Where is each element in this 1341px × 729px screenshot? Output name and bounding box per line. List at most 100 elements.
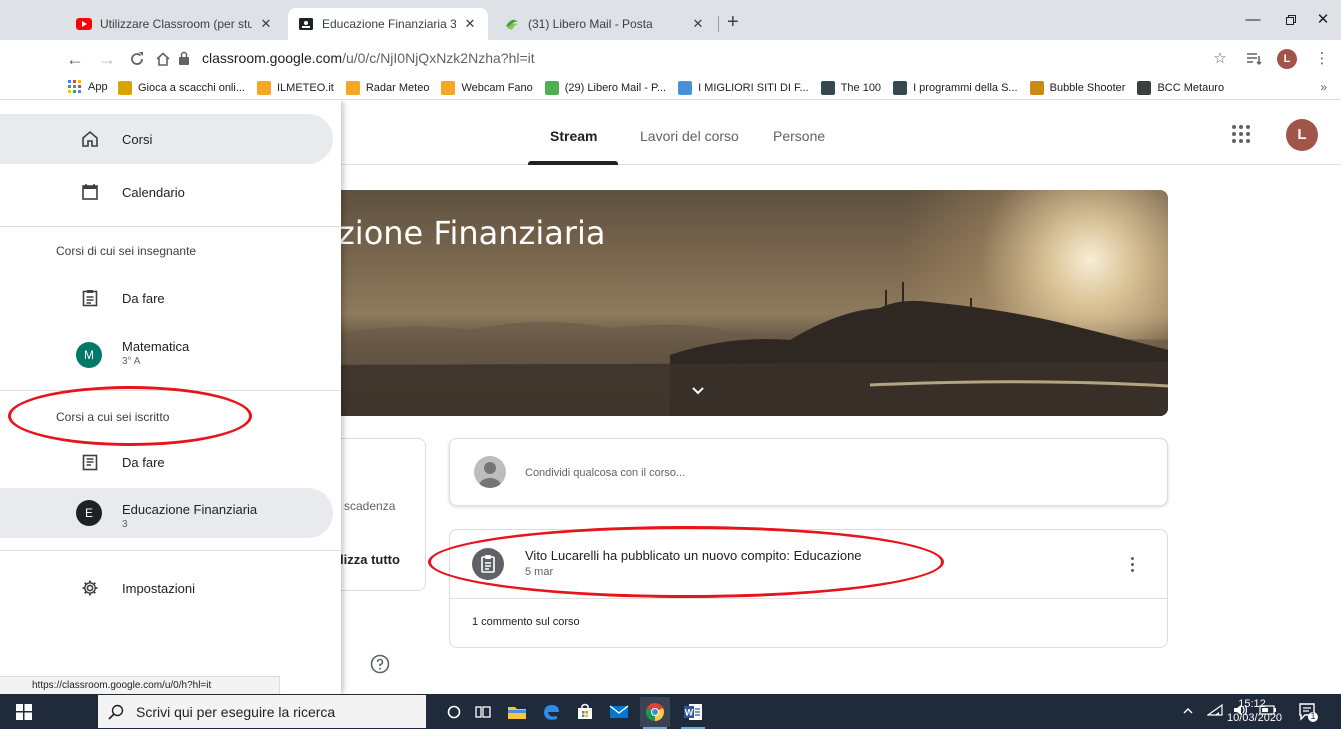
bookmark-item[interactable]: (29) Libero Mail - P... [544,81,666,95]
home-icon [80,129,100,149]
windows-taskbar: Scrivi qui per eseguire la ricerca W 15:… [0,694,1341,729]
notification-count: 1 [1310,711,1316,721]
taskbar-clock[interactable]: 15:12 10/03/2020 [1227,697,1283,725]
assignment-list-icon [80,288,100,308]
post-divider [450,598,1167,599]
account-avatar[interactable]: L [1286,119,1318,151]
drawer-item-course-matematica[interactable]: M Matematica 3° A [0,330,333,380]
svg-text:W: W [685,708,694,718]
drawer-item-settings[interactable]: Impostazioni [0,563,333,613]
close-tab-icon[interactable]: ✕ [462,16,478,32]
clock-date: 10/03/2020 [1227,712,1283,724]
drawer-label: Da fare [122,454,165,470]
windows-start-icon[interactable] [0,694,48,729]
drawer-divider [0,550,341,551]
view-all-link[interactable]: lizza tutto [340,552,400,567]
drawer-label: Corsi [122,131,153,147]
tab-libero-mail[interactable]: (31) Libero Mail - Posta ✕ [494,8,716,40]
edge-icon[interactable] [536,697,566,727]
reload-icon[interactable] [126,48,148,70]
course-initial: E [84,506,93,520]
cortana-icon[interactable] [439,697,469,727]
youtube-icon [76,16,92,32]
bookmark-label: Webcam Fano [461,82,533,94]
course-section: 3 [122,519,128,530]
address-toolbar: ← → classroom.google.com/u/0/c/NjI0NjQxN… [0,40,1341,76]
course-avatar: E [76,500,102,526]
drawer-item-course-educazione[interactable]: E Educazione Finanziaria 3 [0,488,333,538]
drawer-item-calendar[interactable]: Calendario [0,167,333,217]
annotation-ellipse-post [428,526,944,598]
bookmark-favicon-icon [893,81,908,95]
task-view-icon[interactable] [468,697,498,727]
bookmark-item[interactable]: Bubble Shooter [1029,81,1125,95]
apps-label: App [88,81,108,93]
back-arrow-icon[interactable]: ← [64,48,86,70]
url-bar[interactable]: classroom.google.com/u/0/c/NjI0NjQxNzk2N… [178,46,1178,70]
bookmark-item[interactable]: I MIGLIORI SITI DI F... [678,81,809,95]
word-icon[interactable]: W [678,697,708,729]
bookmark-favicon-icon [257,81,271,95]
tab-utilizzare-classroom[interactable]: Utilizzare Classroom (per studenti ✕ [66,8,284,40]
bookmark-item[interactable]: BCC Metauro [1137,81,1224,95]
close-window-button[interactable]: ✕ [1300,8,1341,32]
bookmark-favicon-icon [441,81,456,95]
tab-classwork[interactable]: Lavori del corso [640,101,739,165]
home-icon[interactable] [152,48,174,70]
chrome-icon[interactable] [640,697,670,729]
class-comments-link[interactable]: 1 commento sul corso [472,616,580,628]
file-explorer-icon[interactable] [502,697,532,727]
bookmark-item[interactable]: The 100 [820,81,881,95]
network-icon[interactable] [1206,703,1223,719]
tab-title: Educazione Finanziaria 3 [322,17,456,31]
search-icon [108,704,124,720]
calendar-icon [80,182,100,202]
chevron-up-icon[interactable] [1183,706,1193,718]
drawer-item-teaching-todo[interactable]: Da fare [0,273,333,323]
store-icon[interactable] [570,697,600,727]
tab-people[interactable]: Persone [773,101,825,165]
bookmark-favicon-icon [1029,81,1044,95]
close-tab-icon[interactable]: ✕ [690,16,706,32]
drawer-item-classes[interactable]: Corsi [0,114,333,164]
mail-icon[interactable] [604,697,634,727]
tab-separator [718,16,719,32]
forward-arrow-icon[interactable]: → [96,48,118,70]
bookmark-label: I programmi della S... [913,82,1018,94]
bookmark-item[interactable]: Webcam Fano [441,81,533,95]
tab-educazione-finanziaria[interactable]: Educazione Finanziaria 3 ✕ [288,8,488,40]
taskbar-search-box[interactable]: Scrivi qui per eseguire la ricerca [98,695,426,728]
chevron-down-icon[interactable] [690,383,706,399]
clock-time: 15:12 [1238,698,1266,710]
notification-center-icon[interactable]: 1 [1297,701,1319,723]
new-tab-button[interactable]: + [727,12,739,32]
bookmark-item[interactable]: Gioca a scacchi onli... [118,81,245,95]
tab-stream[interactable]: Stream [550,101,597,165]
close-tab-icon[interactable]: ✕ [258,16,274,32]
course-section: 3° A [122,356,141,367]
bookmark-favicon-icon [118,81,132,95]
search-placeholder: Scrivi qui per eseguire la ricerca [136,703,336,720]
apps-bookmark[interactable]: App [68,80,108,94]
bookmark-item[interactable]: ILMETEO.it [257,81,334,95]
course-name: Matematica [122,339,190,354]
bookmark-star-icon[interactable]: ☆ [1210,49,1230,69]
reading-list-icon[interactable] [1244,49,1264,69]
profile-avatar[interactable]: L [1277,49,1297,69]
active-tab-indicator [528,161,618,165]
more-bookmarks-button[interactable]: » [1320,80,1327,94]
bookmark-item[interactable]: Radar Meteo [345,81,429,95]
help-icon[interactable] [370,654,390,674]
upcoming-due-text: scadenza [344,499,396,513]
menu-kebab-icon[interactable]: ⋮ [1312,49,1332,69]
teaching-section-title: Corsi di cui sei insegnante [56,244,197,258]
drawer-label: Calendario [122,184,185,200]
url-path: /u/0/c/NjI0NjQxNzk2Nzha?hl=it [342,50,535,66]
bookmark-item[interactable]: I programmi della S... [893,81,1018,95]
course-avatar: M [76,342,102,368]
classroom-icon [298,16,314,32]
bookmark-favicon-icon [820,81,835,95]
drawer-divider [0,226,341,227]
post-options-icon[interactable] [1124,554,1140,574]
google-apps-icon[interactable] [1232,125,1250,143]
